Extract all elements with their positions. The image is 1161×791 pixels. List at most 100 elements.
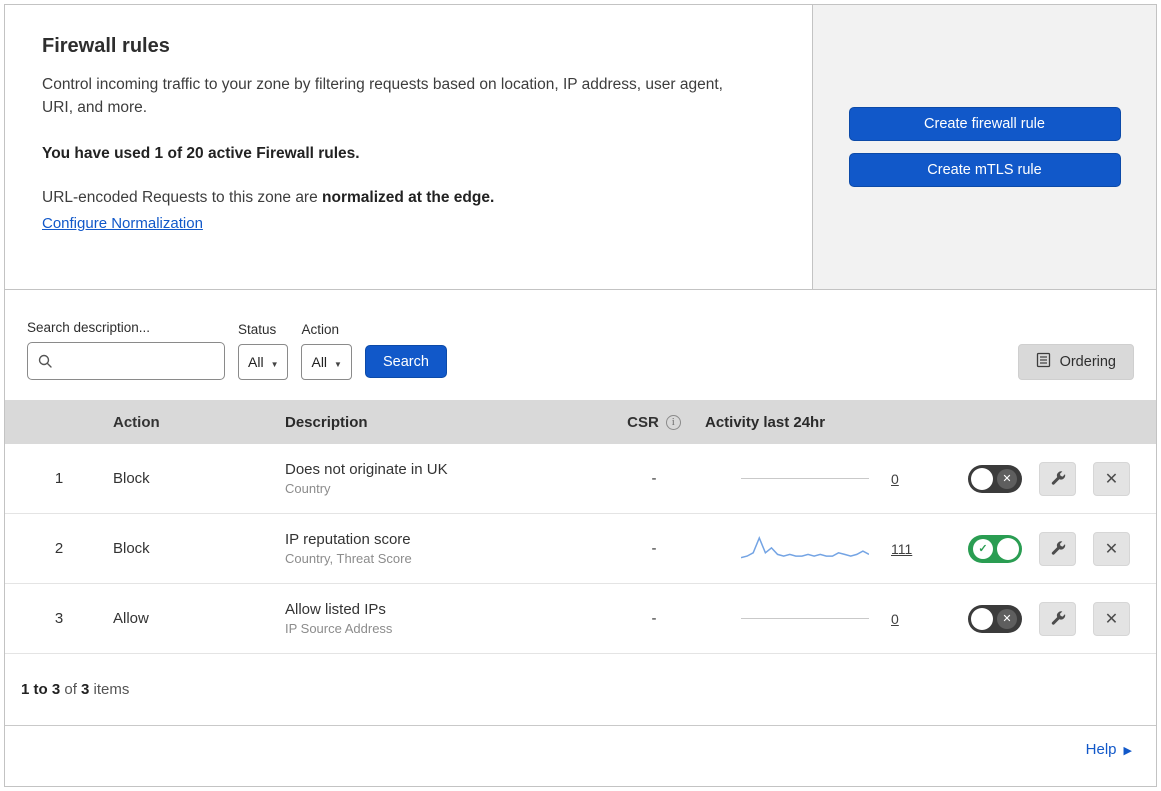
toggle-knob bbox=[971, 467, 993, 490]
activity-sparkline bbox=[741, 464, 869, 494]
activity-count[interactable]: 111 bbox=[891, 541, 912, 557]
x-icon bbox=[997, 468, 1017, 489]
activity-count[interactable]: 0 bbox=[891, 471, 899, 487]
column-action: Action bbox=[113, 413, 160, 431]
table-row: 3 Allow Allow listed IPs IP Source Addre… bbox=[5, 584, 1156, 654]
help-label: Help bbox=[1085, 741, 1117, 758]
search-box bbox=[27, 342, 225, 380]
enable-toggle[interactable] bbox=[968, 464, 1022, 493]
help-link[interactable]: Help bbox=[1086, 741, 1132, 758]
rule-criteria: IP Source Address bbox=[285, 621, 393, 636]
items-count: 1 to 3 of 3 items bbox=[5, 654, 1156, 726]
filter-bar: Search description... Status All Action bbox=[5, 290, 1156, 400]
rule-csr: - bbox=[651, 470, 657, 487]
status-field: Status All bbox=[238, 322, 289, 380]
rule-csr: - bbox=[651, 610, 657, 627]
action-label: Action bbox=[301, 322, 340, 337]
rule-controls bbox=[943, 601, 1156, 636]
firewall-rules-page: Firewall rules Control incoming traffic … bbox=[4, 4, 1157, 787]
rule-activity-cell: 0 bbox=[703, 464, 943, 494]
ordering-icon bbox=[1036, 352, 1051, 372]
column-description: Description bbox=[285, 413, 368, 431]
header-section: Firewall rules Control incoming traffic … bbox=[5, 5, 1156, 290]
rule-description[interactable]: Allow listed IPs bbox=[285, 601, 605, 618]
column-csr: CSR bbox=[605, 414, 703, 431]
create-firewall-rule-button[interactable]: Create firewall rule bbox=[848, 107, 1121, 141]
rule-csr: - bbox=[651, 540, 657, 557]
delete-rule-button[interactable] bbox=[1093, 461, 1130, 496]
edit-rule-button[interactable] bbox=[1039, 461, 1076, 496]
action-field: Action All bbox=[301, 322, 352, 380]
edit-rule-button[interactable] bbox=[1039, 531, 1076, 566]
enable-toggle[interactable] bbox=[968, 604, 1022, 633]
table-row: 1 Block Does not originate in UK Country… bbox=[5, 444, 1156, 514]
actions-panel: Create firewall rule Create mTLS rule bbox=[813, 5, 1156, 289]
items-range: 1 to 3 bbox=[21, 681, 61, 698]
enable-toggle[interactable] bbox=[968, 534, 1022, 563]
x-icon bbox=[997, 608, 1017, 629]
search-icon bbox=[37, 353, 53, 369]
column-activity: Activity last 24hr bbox=[705, 413, 826, 431]
usage-text: You have used 1 of 20 active Firewall ru… bbox=[42, 144, 360, 162]
table-header: Action Description CSR Activity last 24h… bbox=[5, 400, 1156, 444]
search-label: Search description... bbox=[27, 320, 151, 335]
rule-description-cell: Allow listed IPs IP Source Address bbox=[285, 601, 605, 636]
rule-activity-cell: 0 bbox=[703, 604, 943, 634]
edit-rule-button[interactable] bbox=[1039, 601, 1076, 636]
normalization-prefix: URL-encoded Requests to this zone are bbox=[42, 188, 323, 206]
intro-card: Firewall rules Control incoming traffic … bbox=[5, 5, 813, 289]
normalization-text: URL-encoded Requests to this zone are no… bbox=[42, 189, 772, 207]
rule-description-cell: IP reputation score Country, Threat Scor… bbox=[285, 531, 605, 566]
chevron-right-icon bbox=[1124, 741, 1132, 758]
configure-normalization-link[interactable]: Configure Normalization bbox=[42, 215, 203, 232]
toggle-knob bbox=[971, 607, 993, 630]
status-label: Status bbox=[238, 322, 277, 337]
rule-description-cell: Does not originate in UK Country bbox=[285, 461, 605, 496]
filter-controls: Search description... Status All Action bbox=[27, 320, 447, 380]
rule-criteria: Country bbox=[285, 481, 331, 496]
close-icon bbox=[1105, 539, 1118, 559]
rule-action: Allow bbox=[113, 610, 149, 627]
delete-rule-button[interactable] bbox=[1093, 531, 1130, 566]
close-icon bbox=[1105, 469, 1118, 489]
status-value: All bbox=[248, 354, 264, 370]
activity-count[interactable]: 0 bbox=[891, 611, 899, 627]
wrench-icon bbox=[1049, 610, 1066, 627]
rule-controls bbox=[943, 531, 1156, 566]
table-body: 1 Block Does not originate in UK Country… bbox=[5, 444, 1156, 654]
chevron-down-icon bbox=[271, 354, 279, 370]
rule-priority: 3 bbox=[54, 610, 64, 627]
rule-action: Block bbox=[113, 470, 150, 487]
items-suffix: items bbox=[89, 681, 130, 698]
delete-rule-button[interactable] bbox=[1093, 601, 1130, 636]
activity-sparkline bbox=[741, 534, 869, 564]
info-icon[interactable] bbox=[665, 414, 681, 430]
rules-table: Action Description CSR Activity last 24h… bbox=[5, 400, 1156, 654]
create-mtls-rule-button[interactable]: Create mTLS rule bbox=[848, 153, 1121, 187]
normalization-bold: normalized at the edge. bbox=[322, 188, 495, 206]
page-description: Control incoming traffic to your zone by… bbox=[42, 76, 723, 117]
page-title: Firewall rules bbox=[42, 35, 170, 57]
wrench-icon bbox=[1049, 470, 1066, 487]
help-bar: Help bbox=[5, 726, 1156, 773]
rule-controls bbox=[943, 461, 1156, 496]
check-icon bbox=[973, 538, 993, 559]
rule-activity-cell: 111 bbox=[703, 534, 943, 564]
table-row: 2 Block IP reputation score Country, Thr… bbox=[5, 514, 1156, 584]
rule-priority: 2 bbox=[54, 540, 64, 557]
rule-criteria: Country, Threat Score bbox=[285, 551, 412, 566]
items-of: of bbox=[60, 681, 82, 698]
status-dropdown[interactable]: All bbox=[238, 344, 289, 380]
activity-sparkline bbox=[741, 604, 869, 634]
csr-label: CSR bbox=[627, 413, 659, 431]
search-field: Search description... bbox=[27, 320, 225, 380]
wrench-icon bbox=[1049, 540, 1066, 557]
ordering-button[interactable]: Ordering bbox=[1017, 344, 1134, 380]
action-dropdown[interactable]: All bbox=[301, 344, 352, 380]
search-input[interactable] bbox=[27, 342, 225, 380]
rule-description[interactable]: Does not originate in UK bbox=[285, 461, 605, 478]
toggle-knob bbox=[997, 537, 1019, 560]
rule-priority: 1 bbox=[54, 470, 64, 487]
rule-description[interactable]: IP reputation score bbox=[285, 531, 605, 548]
search-button[interactable]: Search bbox=[364, 345, 447, 378]
